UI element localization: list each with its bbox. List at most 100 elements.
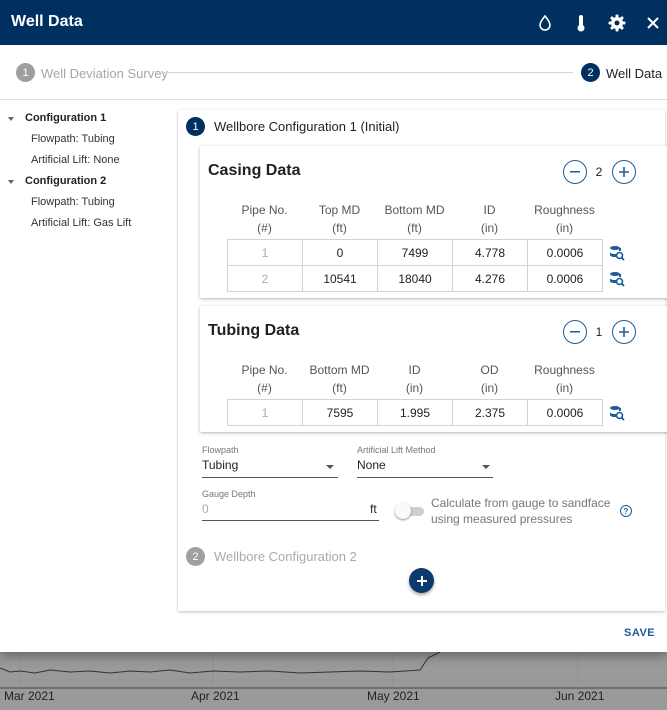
column-header: Bottom MD (ft) (302, 361, 377, 397)
gauge-depth-label: Gauge Depth (202, 489, 256, 499)
tree-item-flowpath[interactable]: Flowpath: Tubing (31, 133, 115, 145)
flowpath-label: Flowpath (202, 445, 239, 455)
table-cell-input[interactable]: 4.276 (452, 265, 528, 292)
config-number-badge: 1 (186, 117, 205, 136)
column-header-label: Pipe No. (241, 203, 288, 217)
tree-item-flowpath[interactable]: Flowpath: Tubing (31, 196, 115, 208)
background-axis-label: May 2021 (367, 689, 420, 703)
table-cell-input[interactable]: 0 (302, 239, 378, 266)
database-search-icon[interactable] (609, 271, 625, 287)
chevron-down-icon[interactable] (326, 465, 334, 469)
casing-count: 2 (595, 165, 603, 179)
chevron-down-icon[interactable] (482, 465, 490, 469)
column-header: Roughness (in) (527, 201, 602, 237)
table-cell-input[interactable]: 0.0006 (527, 239, 603, 266)
column-header: Pipe No. (#) (227, 361, 302, 397)
remove-tubing-button[interactable] (563, 320, 587, 344)
column-header-unit: (in) (480, 221, 499, 235)
column-header-label: Pipe No. (241, 363, 288, 377)
column-header-label: Roughness (534, 203, 595, 217)
casing-data-title: Casing Data (208, 162, 301, 179)
config-1-title: Wellbore Configuration 1 (Initial) (214, 119, 400, 134)
column-header-unit: (#) (257, 381, 272, 395)
tubing-count: 1 (595, 325, 603, 339)
column-header-label: Roughness (534, 363, 595, 377)
column-header-label: OD (480, 363, 499, 377)
table-cell-input[interactable]: 2.375 (452, 399, 528, 426)
column-header: OD (in) (452, 361, 527, 397)
config-number-badge: 2 (186, 547, 205, 566)
column-header-label: Bottom MD (384, 203, 445, 217)
remove-casing-button[interactable] (563, 160, 587, 184)
table-cell-input[interactable]: 7595 (302, 399, 378, 426)
water-drop-icon[interactable] (533, 11, 557, 35)
table-cell-input[interactable]: 0.0006 (527, 399, 603, 426)
dialog-title: Well Data (11, 13, 83, 30)
background-series-line (0, 652, 441, 674)
config-1-header[interactable]: 1 Wellbore Configuration 1 (Initial) (186, 117, 399, 136)
sandface-toggle[interactable] (395, 503, 411, 519)
column-header-label: ID (408, 363, 421, 377)
add-tubing-button[interactable] (612, 320, 636, 344)
gear-icon[interactable] (605, 11, 629, 35)
column-header-unit: (ft) (332, 381, 347, 395)
artificial-lift-select[interactable]: None (357, 458, 386, 472)
step-number[interactable]: 2 (581, 63, 600, 82)
well-data-dialog: Well Data 1 Well Deviation Survey 2 Well… (0, 0, 667, 652)
column-header: ID (in) (452, 201, 527, 237)
column-header-unit: (#) (257, 221, 272, 235)
column-header: Roughness (in) (527, 361, 602, 397)
column-header: Bottom MD (ft) (377, 201, 452, 237)
add-casing-button[interactable] (612, 160, 636, 184)
caret-down-icon[interactable] (8, 180, 14, 184)
step-label-well-data[interactable]: Well Data (606, 66, 662, 81)
column-header-unit: (in) (555, 221, 574, 235)
config-2-header[interactable]: 2 Wellbore Configuration 2 (186, 547, 357, 566)
tree-item-artificial-lift[interactable]: Artificial Lift: Gas Lift (31, 217, 131, 229)
table-cell-input[interactable]: 1.995 (377, 399, 453, 426)
save-button[interactable]: SAVE (624, 627, 655, 639)
dialog-titlebar: Well Data (0, 0, 667, 45)
thermometer-icon[interactable] (569, 11, 593, 35)
column-header: Top MD (ft) (302, 201, 377, 237)
table-cell-input[interactable]: 7499 (377, 239, 453, 266)
column-header-unit: (ft) (332, 221, 347, 235)
column-header-unit: (in) (555, 381, 574, 395)
artificial-lift-underline (357, 477, 493, 478)
help-icon[interactable]: ? (620, 505, 632, 517)
column-header-unit: (ft) (407, 221, 422, 235)
column-header-label: Bottom MD (309, 363, 370, 377)
gauge-depth-input[interactable]: 0 (202, 502, 209, 516)
column-header: Pipe No. (#) (227, 201, 302, 237)
close-icon[interactable] (641, 11, 665, 35)
add-configuration-button[interactable] (409, 568, 434, 593)
database-search-icon[interactable] (609, 245, 625, 261)
table-cell-input[interactable]: 10541 (302, 265, 378, 292)
tree-item-configuration-2[interactable]: Configuration 2 (25, 175, 106, 187)
column-header: ID (in) (377, 361, 452, 397)
column-header-label: Top MD (318, 203, 361, 217)
sandface-toggle-label: Calculate from gauge to sandface using m… (431, 496, 611, 526)
column-header-unit: (in) (405, 381, 424, 395)
table-cell-input[interactable]: 0.0006 (527, 265, 603, 292)
background-axis-label: Apr 2021 (191, 689, 240, 703)
tubing-data-title: Tubing Data (208, 322, 300, 339)
step-number[interactable]: 1 (16, 63, 35, 82)
gauge-depth-unit: ft (370, 502, 377, 516)
config-2-title: Wellbore Configuration 2 (214, 549, 357, 564)
tree-item-artificial-lift[interactable]: Artificial Lift: None (31, 154, 120, 166)
caret-down-icon[interactable] (8, 117, 14, 121)
step-label-well-deviation-survey[interactable]: Well Deviation Survey (41, 66, 168, 81)
column-header-label: ID (483, 203, 496, 217)
database-search-icon[interactable] (609, 405, 625, 421)
table-cell-input[interactable]: 18040 (377, 265, 453, 292)
table-cell-input[interactable]: 4.778 (452, 239, 528, 266)
tree-item-configuration-1[interactable]: Configuration 1 (25, 112, 106, 124)
artificial-lift-label: Artificial Lift Method (357, 445, 436, 455)
pipe-number-cell: 2 (227, 265, 303, 292)
column-header-unit: (in) (480, 381, 499, 395)
pipe-number-cell: 1 (227, 399, 303, 426)
flowpath-underline (202, 477, 338, 478)
flowpath-select[interactable]: Tubing (202, 458, 238, 472)
background-axis-label: Jun 2021 (555, 689, 605, 703)
